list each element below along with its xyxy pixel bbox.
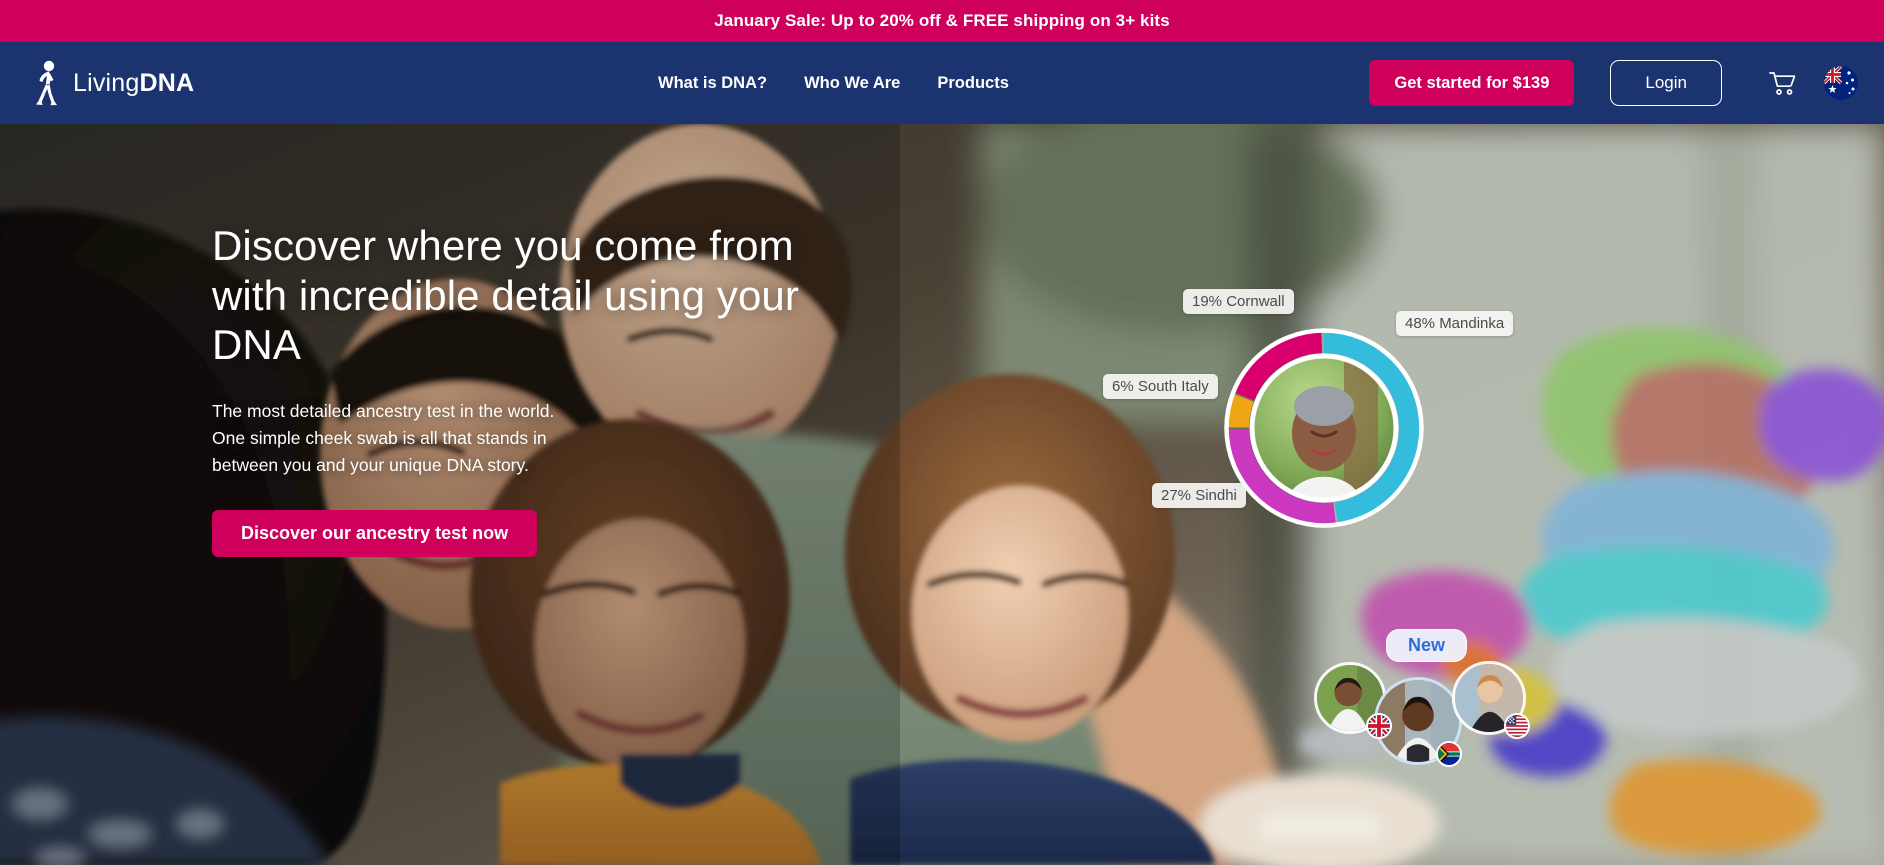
hero-section: Discover where you come from with incred…: [0, 124, 1884, 865]
promo-banner[interactable]: January Sale: Up to 20% off & FREE shipp…: [0, 0, 1884, 42]
walking-figure-logo-icon: [36, 60, 57, 106]
get-started-button[interactable]: Get started for $139: [1369, 60, 1575, 106]
hero-content: Discover where you come from with incred…: [212, 221, 832, 557]
avatar-flag-usa: [1504, 713, 1530, 739]
brand-name-light: Living: [73, 68, 140, 97]
hero-title: Discover where you come from with incred…: [212, 222, 799, 369]
donut-label-cornwall: 19% Cornwall: [1183, 289, 1294, 314]
donut-label-sindhi: 27% Sindhi: [1152, 483, 1246, 508]
header-actions: Get started for $139 Login: [1369, 42, 1858, 124]
brand-name-bold: DNA: [139, 68, 195, 97]
united-states-flag-icon: [1506, 715, 1528, 737]
hero-subtitle: The most detailed ancestry test in the w…: [212, 400, 555, 476]
locale-flag-button[interactable]: [1824, 66, 1858, 100]
login-button[interactable]: Login: [1610, 60, 1722, 106]
main-navigation: What is DNA? Who We Are Products: [658, 42, 1009, 124]
avatar-flag-uk: [1366, 713, 1392, 739]
donut-label-mandinka: 48% Mandinka: [1396, 311, 1514, 336]
cart-button[interactable]: [1766, 67, 1798, 99]
nav-item-who-we-are[interactable]: Who We Are: [804, 74, 900, 93]
new-badge: New: [1386, 629, 1468, 662]
nav-item-products[interactable]: Products: [937, 74, 1009, 93]
ancestry-donut-chart[interactable]: [1224, 328, 1424, 528]
south-africa-flag-icon: [1438, 743, 1460, 765]
donut-label-south-italy: 6% South Italy: [1103, 374, 1218, 399]
united-kingdom-flag-icon: [1368, 715, 1390, 737]
nav-item-what-is-dna[interactable]: What is DNA?: [658, 74, 767, 93]
hero-cta-button[interactable]: Discover our ancestry test now: [212, 509, 538, 557]
shopping-cart-icon: [1768, 71, 1795, 95]
donut-svg: [1224, 328, 1424, 528]
promo-banner-text: January Sale: Up to 20% off & FREE shipp…: [714, 11, 1170, 30]
brand-name: LivingDNA: [73, 69, 194, 98]
brand-logo[interactable]: LivingDNA: [32, 60, 194, 106]
avatar-flag-south-africa: [1436, 741, 1462, 767]
site-header: LivingDNA What is DNA? Who We Are Produc…: [0, 42, 1884, 124]
australia-flag-icon: [1824, 66, 1858, 100]
